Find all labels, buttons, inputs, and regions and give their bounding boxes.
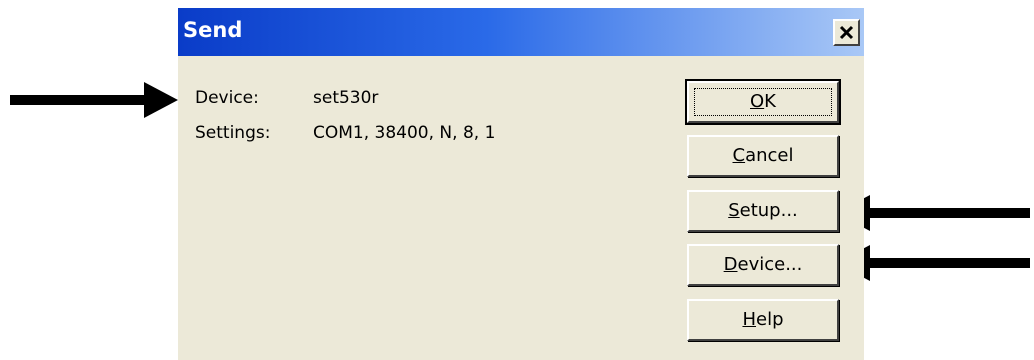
ok-button-label: OK [750,91,776,112]
arrow-icon [10,82,178,118]
device-label: Device: [195,88,259,108]
help-button-label: Help [742,309,784,330]
cancel-button[interactable]: Cancel [687,135,839,177]
title-bar[interactable]: Send [178,8,864,56]
settings-label: Settings: [195,123,271,143]
close-button[interactable] [833,19,860,46]
device-value: set530r [313,88,379,108]
ok-button[interactable]: OK [685,79,841,125]
help-button[interactable]: Help [687,299,839,341]
settings-value: COM1, 38400, N, 8, 1 [313,123,496,143]
dialog-title: Send [183,18,243,42]
send-dialog: Send Device: set530r Settings: COM1, 384… [178,8,864,360]
setup-button-label: Setup... [728,200,798,221]
close-icon [839,25,854,40]
device-button-label: Device... [723,254,803,275]
setup-button[interactable]: Setup... [687,190,839,232]
cancel-button-label: Cancel [732,145,794,166]
device-button[interactable]: Device... [687,244,839,286]
